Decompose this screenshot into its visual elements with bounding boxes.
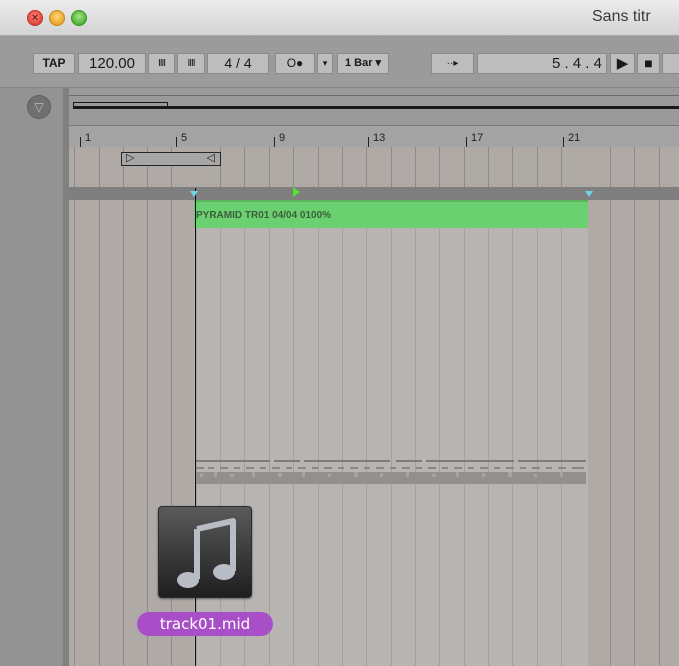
- zoom-window-button[interactable]: [71, 10, 87, 26]
- nudge-down-button[interactable]: IIII: [148, 53, 175, 74]
- record-button[interactable]: [662, 53, 679, 74]
- bar-number: 5: [175, 132, 188, 147]
- close-window-button[interactable]: ×: [27, 10, 43, 26]
- loop-start-marker[interactable]: [190, 191, 198, 197]
- left-panel: [0, 88, 69, 666]
- clip-body[interactable]: [194, 228, 588, 666]
- music-note-glyph: [177, 518, 236, 588]
- midi-clip[interactable]: PYRAMID TR01 04/04 0100%: [194, 200, 588, 228]
- time-signature-field[interactable]: 4 / 4: [207, 53, 269, 74]
- playhead-marker[interactable]: [293, 187, 300, 197]
- clip-grid: [196, 228, 562, 666]
- follow-button[interactable]: ··▸: [431, 53, 474, 74]
- song-position-field[interactable]: 5 . 4 . 4: [477, 53, 607, 74]
- arrangement-overview[interactable]: [69, 95, 679, 117]
- metronome-dropdown[interactable]: ▾: [317, 53, 333, 74]
- bar-number: 9: [273, 132, 286, 147]
- minimize-window-button[interactable]: [49, 10, 65, 26]
- loop-end-icon: ◁: [206, 152, 215, 164]
- tap-tempo-button[interactable]: TAP: [33, 53, 75, 74]
- tempo-field[interactable]: 120.00: [78, 53, 146, 74]
- metronome-button[interactable]: O●: [275, 53, 315, 74]
- bar-number: 1: [79, 132, 92, 147]
- fold-toggle-icon[interactable]: ▽: [27, 95, 51, 119]
- loop-brace[interactable]: ▷ ◁: [121, 152, 221, 166]
- bar-number: 17: [465, 132, 484, 147]
- overview-view-box[interactable]: [73, 102, 168, 108]
- quantization-menu[interactable]: 1 Bar ▾: [337, 53, 389, 74]
- music-note-icon[interactable]: [158, 506, 252, 598]
- ableton-live-window: × Sans titr TAP 120.00 IIII IIII 4 / 4 O…: [0, 0, 679, 666]
- close-icon: ×: [31, 12, 39, 24]
- clip-name: PYRAMID TR01 04/04 0100%: [196, 210, 332, 221]
- loop-start-icon: ▷: [126, 152, 135, 164]
- beat-time-ruler[interactable]: 1 5 9 13 17 21: [69, 125, 679, 147]
- midi-notes-preview: [196, 460, 586, 484]
- stop-button[interactable]: ■: [637, 53, 660, 74]
- nudge-up-button[interactable]: IIII: [177, 53, 205, 74]
- title-bar: × Sans titr: [0, 0, 679, 36]
- window-title: Sans titr: [592, 8, 651, 25]
- dragged-file-name: track01.mid: [137, 612, 273, 636]
- loop-end-marker[interactable]: [585, 191, 593, 197]
- bar-number: 13: [367, 132, 386, 147]
- transport-bar: TAP 120.00 IIII IIII 4 / 4 O● ▾ 1 Bar ▾ …: [0, 36, 679, 88]
- play-button[interactable]: ▶: [610, 53, 635, 74]
- bar-number: 21: [562, 132, 581, 147]
